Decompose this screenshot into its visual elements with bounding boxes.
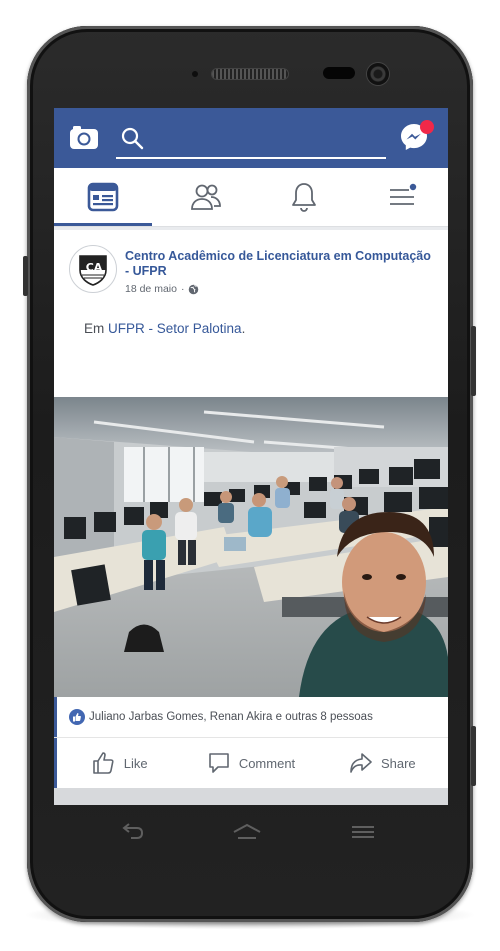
reactions-row[interactable]: Juliano Jarbas Gomes, Renan Akira e outr… <box>54 697 448 738</box>
notification-badge <box>420 120 434 134</box>
like-button[interactable]: Like <box>54 738 185 788</box>
post-card: CA Centro Acadêmico de Licenciatura em C… <box>54 230 448 805</box>
like-reaction-icon <box>69 709 85 725</box>
recents-icon[interactable] <box>348 820 378 844</box>
system-nav-bar <box>54 812 448 852</box>
post-meta: 18 de maio · <box>125 283 199 295</box>
feed-divider <box>54 788 448 805</box>
back-icon[interactable] <box>118 820 148 844</box>
menu-icon <box>390 183 417 205</box>
search-input[interactable] <box>116 157 386 159</box>
news-feed-icon <box>87 182 119 212</box>
proximity-sensor <box>323 67 355 79</box>
camera-icon[interactable] <box>69 123 99 151</box>
home-icon[interactable] <box>232 820 262 844</box>
post-text-suffix: . <box>241 321 246 336</box>
post-text: Em UFPR - Setor Palotina. <box>84 321 245 336</box>
post-author[interactable]: Centro Acadêmico de Licenciatura em Comp… <box>125 249 435 279</box>
post-photo[interactable] <box>54 397 448 697</box>
classroom-selfie-image <box>54 397 448 697</box>
like-label: Like <box>123 755 148 771</box>
tab-menu[interactable] <box>353 168 448 226</box>
sensor <box>192 71 198 77</box>
friends-icon <box>191 184 221 210</box>
volume-button <box>23 256 28 296</box>
side-button <box>471 726 476 786</box>
like-thumb-icon <box>92 752 114 774</box>
share-arrow-icon <box>350 753 372 773</box>
avatar-label: CA <box>85 261 103 274</box>
tab-bar <box>54 168 448 227</box>
tab-friends[interactable] <box>157 168 255 226</box>
tab-news-feed[interactable] <box>54 168 152 226</box>
search-icon[interactable] <box>120 126 144 150</box>
power-button <box>471 326 476 396</box>
front-camera <box>367 63 389 85</box>
comment-button[interactable]: Comment <box>185 738 316 788</box>
earpiece-speaker <box>212 69 288 79</box>
top-bar <box>54 108 448 168</box>
likes-summary[interactable]: Juliano Jarbas Gomes, Renan Akira e outr… <box>89 711 373 723</box>
share-label: Share <box>380 755 416 771</box>
active-tab-indicator <box>54 223 152 226</box>
location-link[interactable]: UFPR - Setor Palotina <box>108 321 242 336</box>
globe-icon <box>189 284 199 294</box>
comment-label: Comment <box>238 755 296 771</box>
post-date[interactable]: 18 de maio <box>125 283 177 295</box>
share-button[interactable]: Share <box>317 738 448 788</box>
meta-separator: · <box>180 283 185 295</box>
post-actions: Like Comment Share <box>54 738 448 788</box>
post-text-prefix: Em <box>84 321 109 336</box>
avatar[interactable]: CA <box>69 245 117 293</box>
notifications-bell-icon <box>292 183 316 212</box>
comment-bubble-icon <box>209 753 229 773</box>
tab-notifications[interactable] <box>255 168 353 226</box>
phone-screen: CA Centro Acadêmico de Licenciatura em C… <box>54 108 448 805</box>
